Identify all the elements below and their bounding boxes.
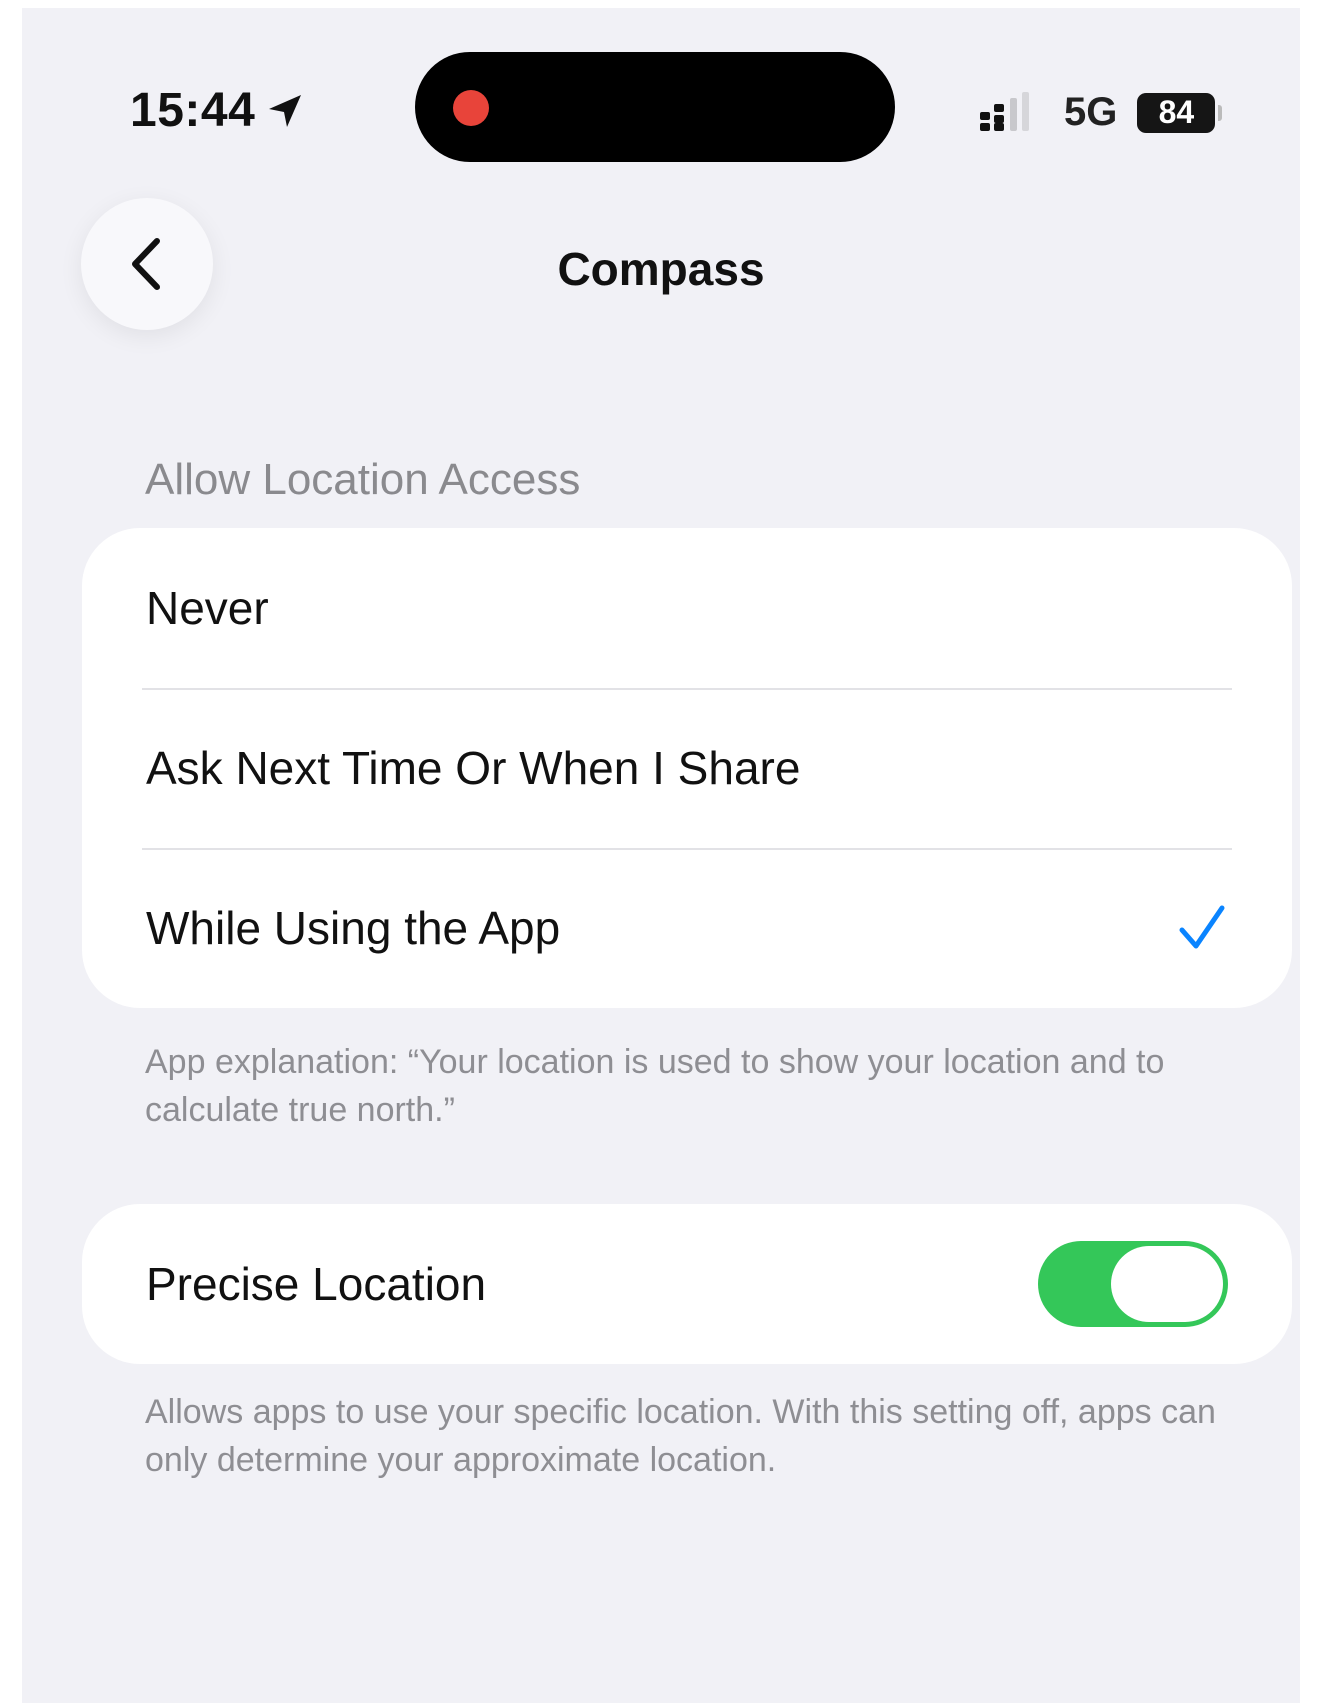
precise-location-card: Precise Location <box>82 1204 1292 1364</box>
option-ask-next-time[interactable]: Ask Next Time Or When I Share <box>82 688 1292 848</box>
battery-icon: 84 <box>1137 92 1223 133</box>
precise-location-toggle[interactable] <box>1038 1241 1228 1327</box>
option-label: Never <box>146 582 269 634</box>
recording-indicator-icon <box>453 90 489 126</box>
option-while-using[interactable]: While Using the App <box>82 848 1292 1008</box>
location-arrow-icon <box>269 94 302 127</box>
status-indicators: 5G 84 <box>980 90 1223 135</box>
precise-location-row: Precise Location <box>82 1204 1292 1364</box>
battery-level: 84 <box>1158 94 1195 130</box>
toggle-knob <box>1111 1246 1223 1322</box>
option-label: Ask Next Time Or When I Share <box>146 742 801 794</box>
network-type: 5G <box>1064 90 1118 134</box>
option-label: While Using the App <box>146 902 561 954</box>
location-access-options: Never Ask Next Time Or When I Share Whil… <box>82 528 1292 1008</box>
page-title: Compass <box>557 243 765 295</box>
cellular-signal-icon <box>980 91 1029 131</box>
precise-location-label: Precise Location <box>146 1258 487 1310</box>
app-explanation-text: App explanation: “Your location is used … <box>145 1043 1165 1129</box>
status-time-text: 15:44 <box>130 84 256 137</box>
option-never[interactable]: Never <box>82 528 1292 688</box>
status-time: 15:44 <box>130 83 305 138</box>
precise-location-description: Allows apps to use your specific locatio… <box>145 1393 1216 1479</box>
settings-screen: 15:44 5G 84 Compass Allow Location Acces… <box>22 8 1300 1703</box>
checkmark-icon <box>1179 905 1225 949</box>
dynamic-island <box>415 52 895 162</box>
section-header-location-access: Allow Location Access <box>145 455 581 504</box>
